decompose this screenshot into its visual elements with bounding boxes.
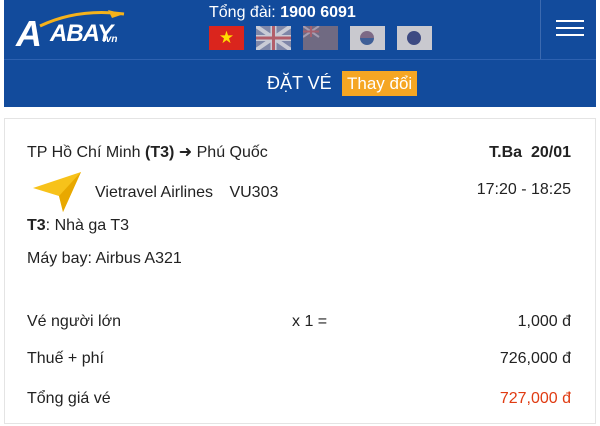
menu-icon [556,20,584,22]
uk-flag-icon[interactable] [256,26,291,50]
australia-flag-icon[interactable] [303,26,338,50]
flight-time: 17:20 - 18:25 [476,181,571,198]
booking-screen: A ABAY .vn Tổng đài: 1900 6091 ★ ĐẶT VÉ … [0,0,600,426]
hamburger-menu-button[interactable] [540,0,596,59]
airline-info: Vietravel Airlines VU303 [95,183,278,203]
logo-suffix: .vn [103,34,118,45]
hotline: Tổng đài: 1900 6091 [209,4,356,22]
vietravel-airlines-logo-icon [33,172,81,212]
flight-summary-card: TP Hồ Chí Minh (T3) ➜ Phú Quốc T.Ba 20/0… [4,118,596,424]
japan-flag-icon[interactable] [397,26,432,50]
top-header: A ABAY .vn Tổng đài: 1900 6091 ★ [4,0,596,59]
page-title: ĐẶT VÉ [267,73,332,93]
hotline-label: Tổng đài: [209,4,276,21]
adult-fare-price: 1,000 đ [517,313,571,330]
tax-fee-price: 726,000 đ [499,350,571,367]
destination-city: Phú Quốc [196,144,268,161]
terminal-info: T3: Nhà ga T3 [27,216,129,236]
flight-number: VU303 [229,184,279,201]
logo-a: A [16,13,42,54]
tax-fee-label: Thuế + phí [27,350,104,367]
adult-quantity: x 1 = [292,313,328,330]
language-selector: ★ [209,26,444,50]
right-arrow-icon: ➜ [178,144,193,161]
aircraft-info: Máy bay: Airbus A321 [27,250,182,267]
hotline-number[interactable]: 1900 6091 [280,4,356,21]
change-button[interactable]: Thay đổi [342,71,418,96]
flight-date: T.Ba 20/01 [489,143,571,163]
adult-fare-label: Vé người lớn [27,313,121,330]
total-price-label: Tổng giá vé [27,390,111,407]
flight-day: T.Ba [489,144,523,161]
flight-route: TP Hồ Chí Minh (T3) ➜ Phú Quốc [27,143,268,163]
vietnam-flag-icon[interactable]: ★ [209,26,244,50]
total-price: 727,000 đ [499,390,571,407]
terminal-text: : Nhà ga T3 [45,217,129,234]
origin-city: TP Hồ Chí Minh [27,144,141,161]
korea-flag-icon[interactable] [350,26,385,50]
abay-logo[interactable]: A ABAY .vn [16,6,126,52]
terminal-code: T3 [27,217,46,234]
flight-date-value: 20/01 [530,144,571,161]
origin-terminal: (T3) [144,144,175,161]
airline-name: Vietravel Airlines [95,184,213,201]
booking-bar: ĐẶT VÉ Thay đổi [4,59,596,107]
